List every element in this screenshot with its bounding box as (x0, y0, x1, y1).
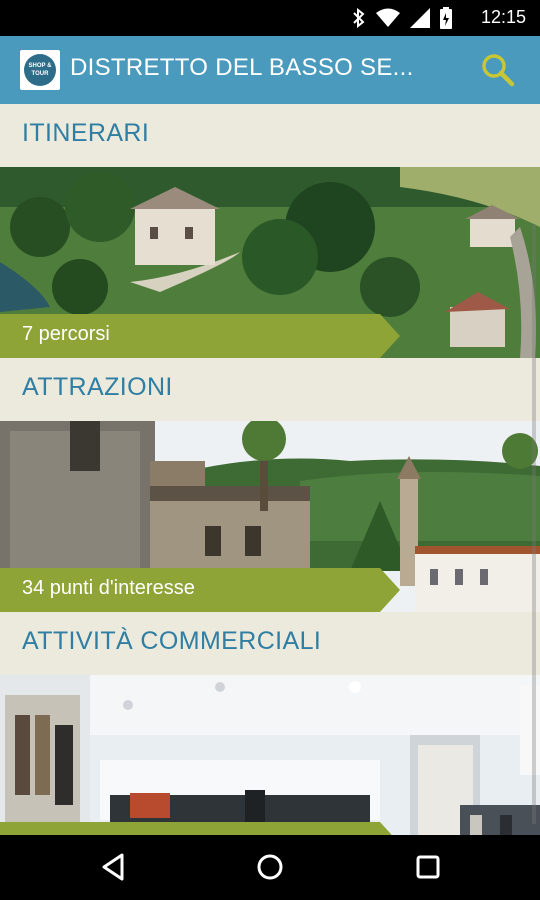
search-icon (482, 54, 515, 87)
signal-icon (410, 8, 430, 28)
app-bar: SHOP & TOUR DISTRETTO DEL BASSO SE... (0, 36, 540, 104)
section-title: ATTRAZIONI (22, 373, 173, 401)
recents-icon (416, 855, 440, 879)
battery-icon (440, 7, 452, 29)
attivita-count-ribbon (0, 822, 400, 835)
scrollbar[interactable] (532, 224, 536, 824)
recents-button[interactable] (408, 849, 448, 885)
app-title: DISTRETTO DEL BASSO SE... (70, 54, 414, 81)
section-title: ATTIVITÀ COMMERCIALI (22, 627, 322, 655)
section-header-itinerari[interactable]: ITINERARI (0, 104, 540, 167)
home-icon (257, 854, 283, 880)
status-bar: 12:15 (0, 0, 540, 36)
ribbon-shape (0, 822, 392, 835)
back-icon (102, 853, 124, 881)
section-list: ITINERARI 7 percorsi ATTRAZIONI 34 punti… (0, 104, 540, 835)
attivita-photo (0, 675, 540, 835)
app-logo-text: SHOP & TOUR (24, 54, 56, 86)
wifi-icon (376, 8, 400, 27)
itinerari-count: 7 percorsi (22, 323, 110, 345)
bluetooth-icon (353, 8, 365, 28)
section-header-attivita[interactable]: ATTIVITÀ COMMERCIALI (0, 612, 540, 675)
card-attrazioni[interactable]: 34 punti d'interesse (0, 421, 540, 612)
navigation-bar (0, 835, 540, 900)
attrazioni-count-ribbon: 34 punti d'interesse (0, 568, 400, 612)
section-header-attrazioni[interactable]: ATTRAZIONI (0, 358, 540, 421)
itinerari-count-ribbon: 7 percorsi (0, 314, 400, 358)
section-title: ITINERARI (22, 119, 150, 147)
home-button[interactable] (250, 849, 290, 885)
clock: 12:15 (480, 7, 526, 27)
attrazioni-count: 34 punti d'interesse (22, 577, 195, 599)
back-button[interactable] (94, 849, 134, 885)
app-logo[interactable]: SHOP & TOUR (20, 50, 60, 90)
status-icons (352, 7, 452, 29)
card-itinerari[interactable]: 7 percorsi (0, 167, 540, 358)
card-attivita[interactable] (0, 675, 540, 835)
search-button[interactable] (478, 50, 518, 90)
